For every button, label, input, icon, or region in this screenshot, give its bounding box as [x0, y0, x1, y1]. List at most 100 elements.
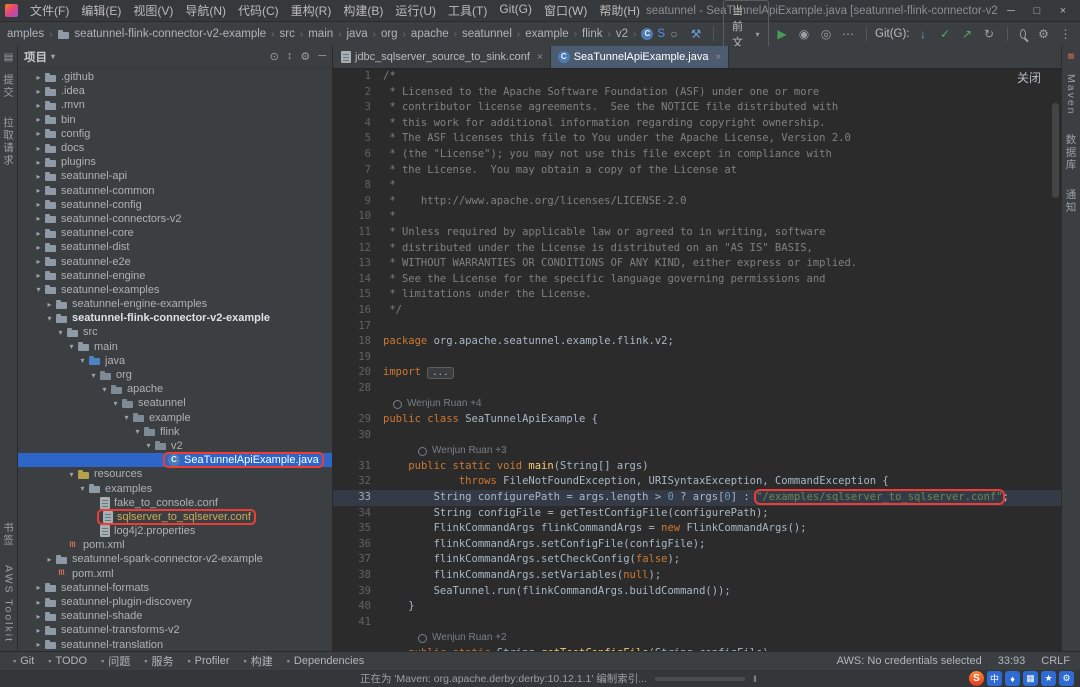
more-vert-icon[interactable]: ⋮ [1057, 27, 1074, 41]
breadcrumb-item[interactable]: seatunnel [461, 28, 513, 40]
tool-window-button-Git[interactable]: ▪Git [13, 653, 34, 669]
tree-item[interactable]: ▸seatunnel-engine [18, 269, 332, 283]
line-number[interactable]: 11 [333, 225, 383, 241]
code-line[interactable]: 15 * limitations under the License. [333, 287, 1061, 303]
editor-tab[interactable]: CSeaTunnelApiExample.java× [551, 46, 730, 68]
wrench-tray-icon[interactable]: ⚙ [1059, 671, 1074, 686]
code-line[interactable]: 39 SeaTunnel.run(flinkCommandArgs.buildC… [333, 584, 1061, 600]
code-line[interactable]: 2 * Licensed to the Apache Software Foun… [333, 85, 1061, 101]
tree-item[interactable]: ▸seatunnel-spark-connector-v2-example [18, 552, 332, 566]
tree-item[interactable]: ▸seatunnel-e2e [18, 254, 332, 268]
tree-chevron-icon[interactable]: ▾ [77, 484, 88, 493]
code-line[interactable]: 5 * The ASF licenses this file to You un… [333, 131, 1061, 147]
tree-item[interactable]: ▸seatunnel-engine-examples [18, 297, 332, 311]
pause-indexing-icon[interactable]: ‖ [753, 674, 758, 684]
code-line[interactable]: 16 */ [333, 303, 1061, 319]
breadcrumb-item[interactable]: flink [581, 28, 603, 40]
tree-chevron-icon[interactable]: ▾ [99, 385, 110, 394]
tree-item[interactable]: ▸.mvn [18, 98, 332, 112]
tree-chevron-icon[interactable]: ▸ [33, 73, 44, 82]
tree-item[interactable]: ▸seatunnel-translation [18, 638, 332, 652]
tree-chevron-icon[interactable]: ▾ [143, 441, 154, 450]
code-line[interactable]: 8 * [333, 178, 1061, 194]
tree-item[interactable]: ▸docs [18, 141, 332, 155]
tree-item[interactable]: mpom.xml [18, 538, 332, 552]
code-line[interactable]: 33 String configurePath = args.length > … [333, 490, 1061, 506]
line-ending-widget[interactable]: CRLF [1041, 655, 1070, 667]
menu-item[interactable]: 导航(N) [179, 2, 232, 19]
menu-item[interactable]: 文件(F) [24, 2, 75, 19]
tool-strip-item-通知[interactable]: 通知 [1064, 189, 1079, 214]
breadcrumb-item[interactable]: amples [6, 28, 45, 40]
search-icon[interactable] [1020, 29, 1026, 39]
tree-item[interactable]: ▸config [18, 127, 332, 141]
code-line[interactable]: 9 * http://www.apache.org/licenses/LICEN… [333, 194, 1061, 210]
tree-item[interactable]: sqlserver_to_sqlserver.conf [18, 510, 332, 524]
tree-item[interactable]: ▸seatunnel-formats [18, 581, 332, 595]
tool-strip-item-AWS Toolkit[interactable]: AWS Toolkit [3, 565, 15, 643]
line-number[interactable]: 30 [333, 428, 383, 444]
tree-item[interactable]: ▾example [18, 411, 332, 425]
code-line[interactable]: 29public class SeaTunnelApiExample { [333, 412, 1061, 428]
line-number[interactable]: 10 [333, 209, 383, 225]
tab-close-icon[interactable]: × [715, 52, 721, 63]
line-number[interactable]: 31 [333, 459, 383, 475]
line-number[interactable]: 17 [333, 319, 383, 335]
line-number[interactable]: 13 [333, 256, 383, 272]
code-line[interactable]: 41 [333, 615, 1061, 631]
breadcrumb-item[interactable]: CSeaTunnelApiExample [640, 28, 665, 40]
line-number[interactable]: 3 [333, 100, 383, 116]
tree-item[interactable]: ▸.github [18, 70, 332, 84]
code-line[interactable]: Wenjun Ruan +4 [333, 396, 1061, 412]
tree-chevron-icon[interactable]: ▸ [33, 612, 44, 621]
breadcrumb-item[interactable]: apache [410, 28, 450, 40]
tree-chevron-icon[interactable]: ▸ [33, 172, 44, 181]
tree-item[interactable]: fake_to_console.conf [18, 496, 332, 510]
tree-chevron-icon[interactable]: ▸ [33, 87, 44, 96]
line-number[interactable]: 9 [333, 194, 383, 210]
star-tray-icon[interactable]: ★ [1041, 671, 1056, 686]
code-author-annotation[interactable]: Wenjun Ruan +3 [418, 443, 507, 459]
coverage-icon[interactable]: ◎ [818, 27, 835, 41]
line-number[interactable]: 1 [333, 69, 383, 85]
tool-strip-item-提交[interactable]: 提交 [1, 74, 16, 99]
line-number[interactable]: 8 [333, 178, 383, 194]
breadcrumb-item[interactable]: v2 [615, 28, 629, 40]
zh-tray-icon[interactable]: 中 [987, 671, 1002, 686]
line-number[interactable]: 29 [333, 412, 383, 428]
tree-chevron-icon[interactable]: ▾ [44, 314, 55, 323]
tree-chevron-icon[interactable]: ▸ [33, 640, 44, 649]
build-hammer-icon[interactable]: ⚒ [687, 27, 704, 41]
code-line[interactable]: 4 * this work for additional information… [333, 116, 1061, 132]
code-line[interactable]: 31 public static void main(String[] args… [333, 459, 1061, 475]
keyboard-tray-icon[interactable]: ▦ [1023, 671, 1038, 686]
tree-chevron-icon[interactable]: ▸ [33, 200, 44, 209]
breadcrumb-item[interactable]: example [524, 28, 569, 40]
line-number[interactable]: 40 [333, 599, 383, 615]
tree-chevron-icon[interactable]: ▸ [33, 257, 44, 266]
mic-tray-icon[interactable]: ♦ [1005, 671, 1020, 686]
code-line[interactable]: Wenjun Ruan +3 [333, 443, 1061, 459]
tree-item[interactable]: ▸seatunnel-connectors-v2 [18, 212, 332, 226]
tool-strip-item-拉取请求[interactable]: 拉取请求 [1, 117, 16, 167]
line-number[interactable]: 28 [333, 381, 383, 397]
tree-chevron-icon[interactable]: ▾ [132, 427, 143, 436]
tree-item[interactable]: ▾src [18, 325, 332, 339]
tree-chevron-icon[interactable]: ▸ [33, 243, 44, 252]
tree-chevron-icon[interactable]: ▸ [33, 115, 44, 124]
tree-item[interactable]: ▾apache [18, 382, 332, 396]
code-line[interactable]: 12 * distributed under the License is di… [333, 241, 1061, 257]
line-number[interactable]: 16 [333, 303, 383, 319]
project-tool-icon[interactable]: ▤ [4, 52, 13, 63]
hide-panel-icon[interactable]: ─ [318, 50, 326, 63]
locate-file-icon[interactable]: ⊙ [270, 50, 279, 63]
tool-strip-item-Maven[interactable]: Maven [1065, 74, 1077, 116]
tree-chevron-icon[interactable]: ▸ [33, 583, 44, 592]
close-banner-link[interactable]: 关闭 [1017, 71, 1041, 87]
line-number[interactable]: 33 [333, 490, 383, 506]
code-line[interactable]: 36 flinkCommandArgs.setConfigFile(config… [333, 537, 1061, 553]
tree-item[interactable]: ▾examples [18, 481, 332, 495]
tree-chevron-icon[interactable]: ▸ [33, 129, 44, 138]
line-number[interactable]: 19 [333, 350, 383, 366]
line-number[interactable]: 18 [333, 334, 383, 350]
